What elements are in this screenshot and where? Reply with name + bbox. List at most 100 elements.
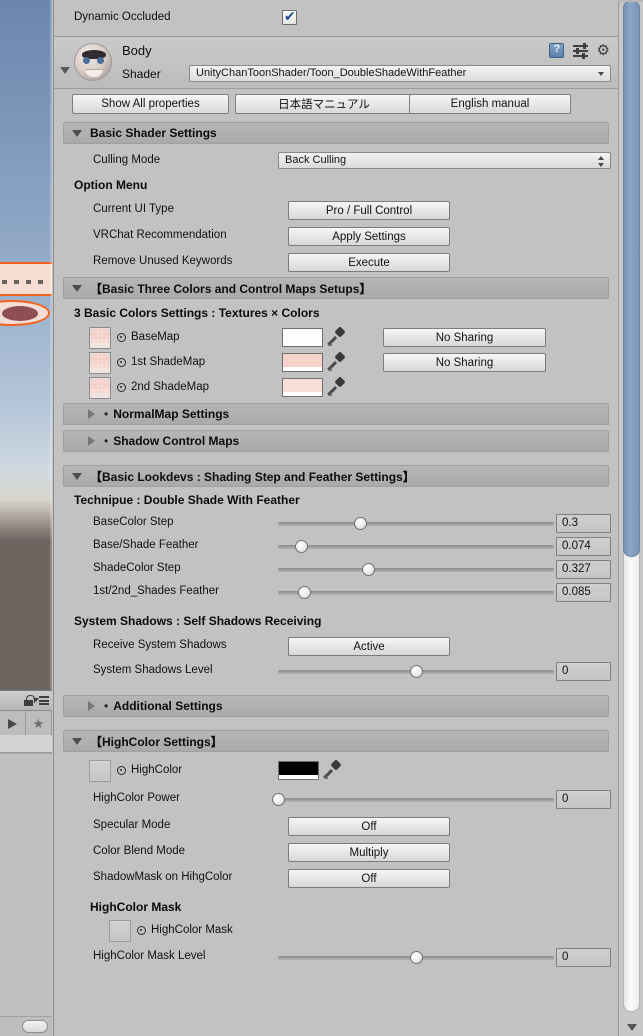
foldout-open-icon — [72, 737, 82, 745]
section-basic-three-colors[interactable]: 【Basic Three Colors and Control Maps Set… — [63, 277, 609, 299]
dynamic-occluded-checkbox[interactable] — [282, 8, 297, 25]
tag-icon — [7, 717, 19, 729]
basecolor-step-value[interactable]: 0.3 — [556, 514, 611, 533]
highcolor-power-slider[interactable] — [271, 791, 554, 808]
apply-settings-button[interactable]: Apply Settings — [288, 227, 450, 246]
shadecolor-step-row: ShadeColor Step 0.327 — [54, 558, 618, 581]
help-book-icon[interactable] — [548, 43, 564, 58]
highcolor-eyedropper-icon[interactable] — [323, 759, 342, 779]
japanese-manual-button[interactable]: 日本語マニュアル — [235, 94, 413, 114]
tab-tag[interactable] — [0, 711, 26, 735]
scroll-down-arrow-icon[interactable] — [627, 1024, 637, 1031]
receive-system-shadows-button[interactable]: Active — [288, 637, 450, 656]
current-ui-type-button[interactable]: Pro / Full Control — [288, 201, 450, 220]
highcolor-texture-slot[interactable] — [89, 760, 111, 782]
color-blend-mode-label: Color Blend Mode — [93, 845, 186, 857]
basecolor-step-slider[interactable] — [278, 515, 554, 532]
highcolor-mask-texture-slot[interactable] — [109, 920, 131, 942]
basemap-color-swatch[interactable] — [282, 328, 323, 347]
shades-feather-slider[interactable] — [278, 584, 554, 601]
tab-favorites[interactable]: ★ — [26, 711, 52, 735]
shadowmask-on-highcolor-label: ShadowMask on HihgColor — [93, 871, 233, 883]
shademap1-color-swatch[interactable] — [282, 353, 323, 372]
section-basic-lookdevs[interactable]: 【Basic Lookdevs : Shading Step and Feath… — [63, 465, 609, 487]
section-shadow-control-maps[interactable]: • Shadow Control Maps — [63, 430, 609, 452]
english-manual-button[interactable]: English manual — [409, 94, 571, 114]
search-bar[interactable] — [0, 735, 52, 753]
highcolor-power-label: HighColor Power — [93, 792, 180, 804]
shadecolor-step-value[interactable]: 0.327 — [556, 560, 611, 579]
material-foldout-triangle-icon[interactable] — [60, 67, 70, 74]
shademap1-target-icon[interactable] — [117, 358, 126, 367]
shademap1-sharing-button[interactable]: No Sharing — [383, 353, 546, 372]
shades-feather-label: 1st/2nd_Shades Feather — [93, 585, 219, 597]
culling-mode-dropdown[interactable]: Back Culling — [278, 152, 611, 169]
section-title: Shadow Control Maps — [113, 434, 240, 448]
preset-icon[interactable] — [572, 43, 588, 59]
highcolor-target-icon[interactable] — [117, 766, 126, 775]
shademap2-eyedropper-icon[interactable] — [327, 376, 346, 396]
section-title: 【Basic Three Colors and Control Maps Set… — [90, 281, 372, 296]
shader-dropdown-value: UnityChanToonShader/Toon_DoubleShadeWith… — [196, 67, 467, 79]
basemap-sharing-button[interactable]: No Sharing — [383, 328, 546, 347]
shademap2-color-swatch[interactable] — [282, 378, 323, 397]
current-ui-type-label: Current UI Type — [93, 203, 174, 215]
shademap1-texture-thumbnail[interactable] — [89, 352, 111, 374]
section-additional-settings[interactable]: • Additional Settings — [63, 695, 609, 717]
lock-icon[interactable] — [24, 695, 35, 706]
material-header-icons: ⚙ — [548, 43, 610, 59]
shadowmask-on-highcolor-button[interactable]: Off — [288, 869, 450, 888]
gear-icon[interactable]: ⚙ — [597, 43, 610, 58]
receive-system-shadows-label: Receive System Shadows — [93, 639, 227, 651]
system-shadows-level-slider[interactable] — [278, 663, 554, 680]
dynamic-occluded-row: Dynamic Occluded — [54, 0, 618, 37]
specular-mode-label: Specular Mode — [93, 819, 171, 831]
highcolor-mask-level-value[interactable]: 0 — [556, 948, 611, 967]
basemap-row: BaseMap No Sharing — [54, 326, 618, 351]
shademap2-target-icon[interactable] — [117, 383, 126, 392]
system-shadows-level-value[interactable]: 0 — [556, 662, 611, 681]
shadowmask-on-highcolor-row: ShadowMask on HihgColor Off — [54, 865, 618, 895]
base-shade-feather-slider[interactable] — [278, 538, 554, 555]
vrchat-recommendation-label: VRChat Recommendation — [93, 229, 227, 241]
highcolor-mask-target-icon[interactable] — [137, 926, 146, 935]
scene-view-strip[interactable] — [0, 0, 52, 690]
panel-menu-icon[interactable] — [33, 696, 49, 705]
material-header: Body Shader UnityChanToonShader/Toon_Dou… — [54, 37, 618, 89]
horizontal-scrollbar-thumb[interactable] — [22, 1020, 48, 1033]
show-all-properties-button[interactable]: Show All properties — [72, 94, 229, 114]
shademap2-texture-thumbnail[interactable] — [89, 377, 111, 399]
shader-dropdown[interactable]: UnityChanToonShader/Toon_DoubleShadeWith… — [189, 65, 611, 82]
material-preview-thumbnail[interactable] — [74, 43, 112, 81]
scrollbar-thumb[interactable] — [623, 0, 640, 557]
highcolor-power-value[interactable]: 0 — [556, 790, 611, 809]
base-shade-feather-value[interactable]: 0.074 — [556, 537, 611, 556]
technique-title: Technipue : Double Shade With Feather — [74, 493, 300, 507]
highcolor-mask-level-slider[interactable] — [278, 949, 554, 966]
specular-mode-row: Specular Mode Off — [54, 813, 618, 839]
color-blend-mode-button[interactable]: Multiply — [288, 843, 450, 862]
section-title: Additional Settings — [113, 699, 223, 713]
section-highcolor-settings[interactable]: 【HighColor Settings】 — [63, 730, 609, 752]
specular-mode-button[interactable]: Off — [288, 817, 450, 836]
shademap1-eyedropper-icon[interactable] — [327, 351, 346, 371]
object-detail-marks — [0, 280, 48, 284]
highcolor-mask-level-row: HighColor Mask Level 0 — [54, 945, 618, 971]
shades-feather-value[interactable]: 0.085 — [556, 583, 611, 602]
basemap-eyedropper-icon[interactable] — [327, 326, 346, 346]
updown-arrows-icon — [598, 155, 605, 168]
highcolor-color-swatch[interactable] — [278, 761, 319, 780]
receive-system-shadows-row: Receive System Shadows Active — [54, 633, 618, 659]
horizontal-scrollbar[interactable] — [0, 1016, 52, 1036]
inspector-panel: Dynamic Occluded Body Shader UnityChanTo… — [53, 0, 618, 1036]
shadecolor-step-slider[interactable] — [278, 561, 554, 578]
culling-mode-value: Back Culling — [285, 154, 347, 166]
execute-button[interactable]: Execute — [288, 253, 450, 272]
left-lower-panel: ★ — [0, 690, 52, 1036]
section-normalmap-settings[interactable]: • NormalMap Settings — [63, 403, 609, 425]
basemap-texture-thumbnail[interactable] — [89, 327, 111, 349]
panel-tabs: ★ — [0, 711, 52, 735]
section-basic-shader-settings[interactable]: Basic Shader Settings — [63, 122, 609, 144]
basemap-target-icon[interactable] — [117, 333, 126, 342]
inspector-vertical-scrollbar[interactable] — [618, 0, 643, 1036]
